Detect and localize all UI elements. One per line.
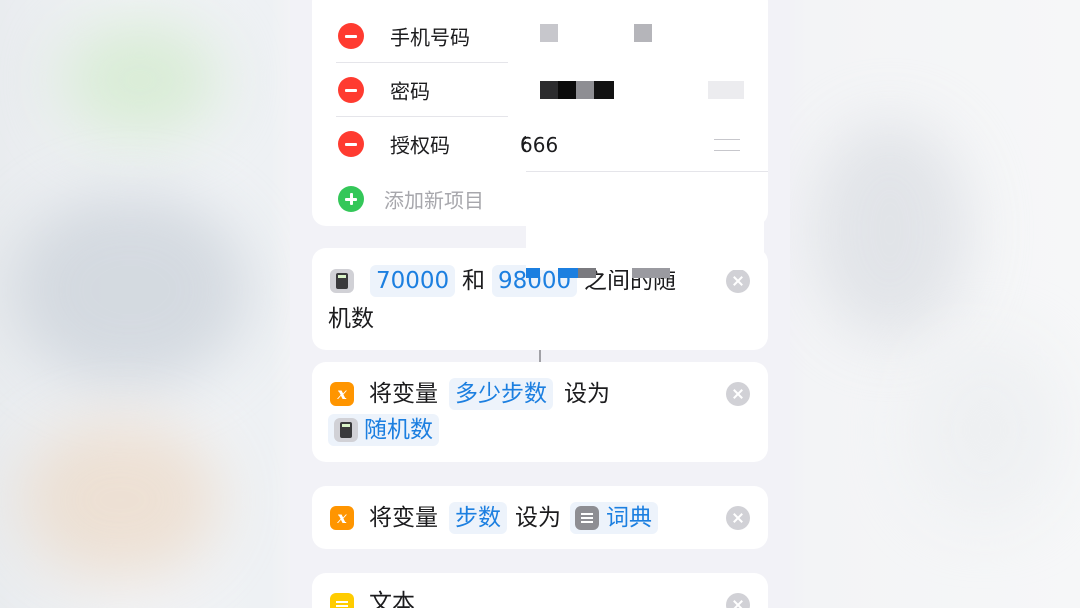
- pixelated-value: [594, 81, 614, 99]
- dictionary-key[interactable]: 授权码: [390, 130, 450, 159]
- dictionary-key[interactable]: 密码: [390, 76, 430, 105]
- pixelated-overlay: [578, 268, 596, 278]
- pixelated-overlay: [558, 268, 578, 278]
- variable-name-token[interactable]: 多少步数: [449, 378, 553, 410]
- text-icon: [330, 593, 354, 608]
- remove-action-button[interactable]: [726, 382, 750, 406]
- dictionary-key[interactable]: 手机号码: [390, 22, 470, 51]
- pixelated-overlay: [632, 268, 670, 278]
- set-variable-action-card: x 将变量 多少步数 设为 随机数: [312, 362, 768, 462]
- pixelated-value: [634, 24, 652, 42]
- auth-code-value[interactable]: 666: [520, 133, 558, 157]
- blurred-background-left: [0, 0, 290, 608]
- remove-action-button[interactable]: [726, 506, 750, 530]
- add-new-item-label[interactable]: 添加新项目: [384, 185, 484, 214]
- delete-row-button[interactable]: [338, 131, 364, 157]
- text-action-title: 文本: [369, 590, 415, 608]
- reorder-handle-icon[interactable]: [714, 139, 740, 151]
- pixelated-value: [576, 81, 594, 99]
- pixelated-value: [558, 81, 576, 99]
- and-label: 和: [462, 268, 485, 294]
- calculator-icon: [334, 418, 358, 442]
- remove-action-button[interactable]: [726, 269, 750, 293]
- remove-action-button[interactable]: [726, 593, 750, 608]
- calculator-icon: [330, 269, 354, 293]
- shortcut-editor: 手机号码 密码 授权码 666 添加新项目 7000: [290, 0, 790, 608]
- delete-row-button[interactable]: [338, 23, 364, 49]
- set-to-label: 设为: [564, 381, 610, 407]
- delete-row-button[interactable]: [338, 77, 364, 103]
- pixelated-value: [540, 81, 558, 99]
- pixelated-value: [540, 24, 558, 42]
- set-variable-label: 将变量: [369, 505, 438, 531]
- min-value-token[interactable]: 70000: [370, 265, 456, 297]
- set-variable-action-card: x 将变量 步数 设为 词典: [312, 486, 768, 549]
- blurred-background-right: [790, 0, 1080, 608]
- random-number-label: 机数: [328, 306, 374, 332]
- variable-icon: x: [330, 382, 354, 406]
- action-connector: [539, 350, 541, 362]
- text-action-card: 文本: [312, 573, 768, 608]
- variable-icon: x: [330, 506, 354, 530]
- variable-name-token[interactable]: 步数: [449, 502, 507, 534]
- dictionary-icon: [575, 506, 599, 530]
- row-divider: [526, 171, 768, 172]
- pixelated-overlay: [526, 268, 540, 278]
- set-to-label: 设为: [515, 505, 561, 531]
- add-icon[interactable]: [338, 186, 364, 212]
- set-variable-label: 将变量: [369, 381, 438, 407]
- pixelated-value: [708, 81, 744, 99]
